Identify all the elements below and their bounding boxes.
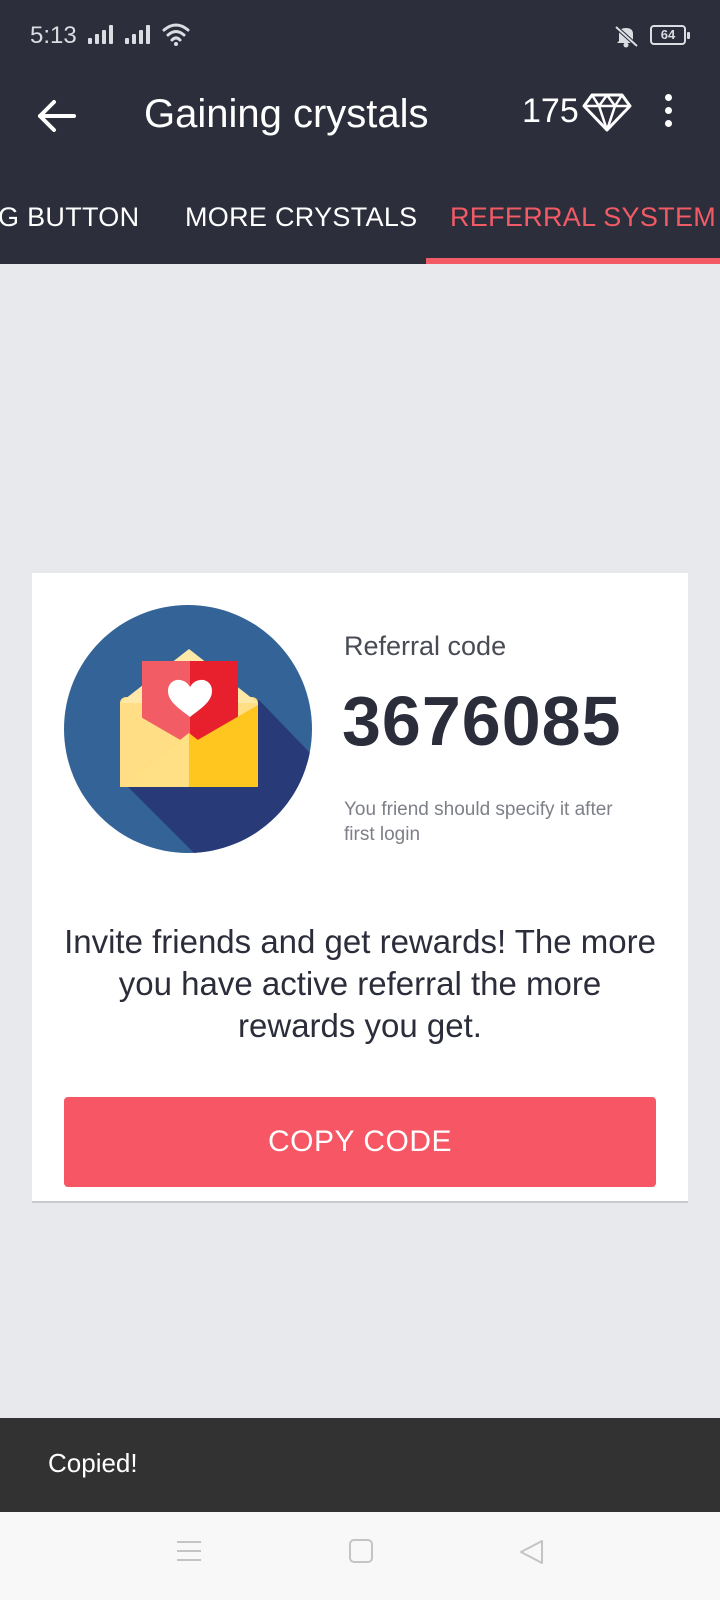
tab-more-crystals[interactable]: MORE CRYSTALS <box>185 202 417 233</box>
envelope-heart-icon <box>64 605 312 853</box>
status-time: 5:13 <box>30 22 77 49</box>
signal-icon <box>125 24 150 44</box>
menu-icon[interactable] <box>176 1538 202 1564</box>
back-triangle-icon[interactable] <box>518 1538 546 1566</box>
tab-g-button[interactable]: G BUTTON <box>0 202 139 233</box>
back-arrow-icon[interactable] <box>36 94 80 138</box>
system-nav-bar <box>0 1512 720 1600</box>
referral-card: Referral code 3676085 You friend should … <box>32 573 688 1203</box>
battery-level: 64 <box>660 27 676 42</box>
battery-icon: 64 <box>650 25 690 45</box>
home-square-icon[interactable] <box>348 1538 374 1564</box>
tab-indicator <box>426 258 720 264</box>
app-bar: Gaining crystals 175 <box>0 72 720 184</box>
wifi-icon <box>162 23 190 46</box>
copy-code-button[interactable]: COPY CODE <box>64 1097 656 1187</box>
referral-hint: You friend should specify it after first… <box>344 799 613 845</box>
page-title: Gaining crystals <box>144 92 429 136</box>
tab-bar: G BUTTON MORE CRYSTALS REFERRAL SYSTEM <box>0 184 720 264</box>
tab-referral-system[interactable]: REFERRAL SYSTEM <box>450 202 716 233</box>
referral-code-label: Referral code <box>344 631 507 661</box>
snackbar: Copied! <box>0 1418 720 1512</box>
signal-icon <box>88 24 113 44</box>
snackbar-message: Copied! <box>48 1448 138 1478</box>
invite-description: Invite friends and get rewards! The more… <box>64 923 656 1044</box>
status-bar: 5:13 64 <box>0 0 720 72</box>
diamond-icon <box>582 93 632 132</box>
referral-code-value: 3676085 <box>342 682 622 760</box>
crystal-count: 175 <box>522 92 579 130</box>
bell-muted-icon <box>614 25 639 48</box>
more-vert-icon[interactable] <box>660 94 676 134</box>
